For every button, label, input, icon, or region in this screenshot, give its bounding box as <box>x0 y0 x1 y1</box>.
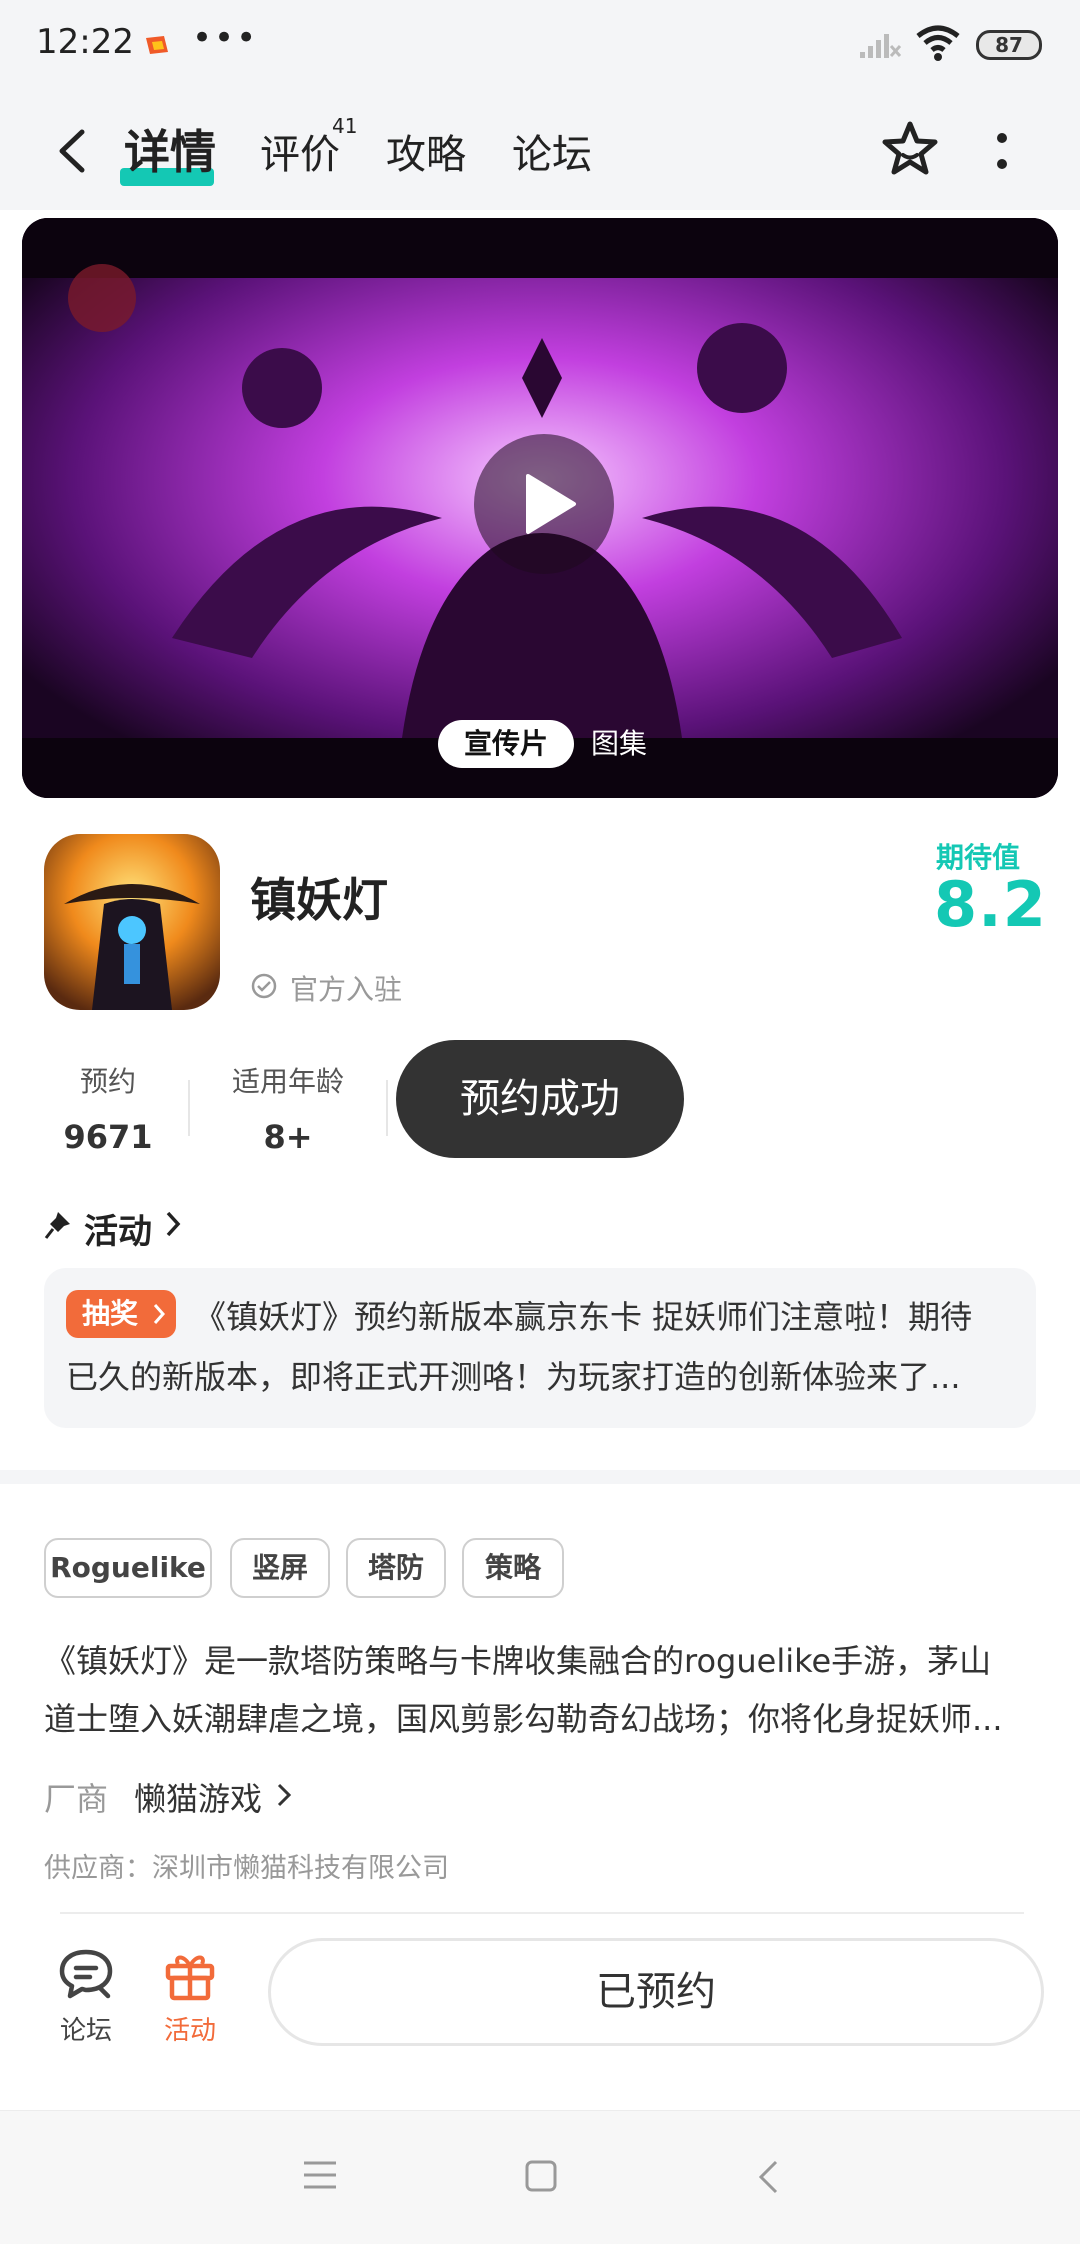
age-rating-value: 8+ <box>263 1118 313 1156</box>
system-navigation-bar <box>0 2110 1080 2244</box>
verified-check-icon <box>251 973 277 999</box>
reserve-count-value: 9671 <box>63 1118 153 1156</box>
wifi-icon <box>916 25 960 61</box>
game-title: 镇妖灯 <box>250 873 388 927</box>
more-options-icon[interactable] <box>990 130 1014 174</box>
tab-reviews[interactable]: 评价 <box>260 122 340 180</box>
divider <box>60 1912 1024 1914</box>
play-button[interactable] <box>474 434 614 574</box>
gift-icon <box>165 1955 215 2001</box>
vendor-label: 厂商 <box>44 1780 109 1818</box>
pin-icon <box>44 1212 70 1239</box>
tab-details[interactable]: 详情 <box>124 116 216 182</box>
tag-strategy[interactable]: 策略 <box>462 1538 564 1598</box>
description-line2[interactable]: 道士堕入妖潮肆虐之境，国风剪影勾勒奇幻战场；你将化身捉妖师... <box>44 1694 1003 1740</box>
stat-divider <box>386 1080 388 1136</box>
description-line1: 《镇妖灯》是一款塔防策略与卡牌收集融合的roguelike手游，茅山 <box>44 1642 992 1680</box>
activity-title: 活动 <box>84 1212 152 1252</box>
lottery-badge-label: 抽奖 <box>82 1297 139 1330</box>
age-rating-label: 适用年龄 <box>231 1065 344 1098</box>
chevron-right-icon <box>166 1211 181 1237</box>
lottery-badge: 抽奖 <box>66 1290 176 1338</box>
status-time: 12:22 <box>36 22 134 62</box>
forum-action-label: 论坛 <box>59 2016 112 2046</box>
tab-guides[interactable]: 攻略 <box>386 122 466 180</box>
media-tab-video[interactable]: 宣传片 <box>438 720 574 768</box>
status-dots: ••• <box>192 18 259 58</box>
chevron-right-icon <box>277 1783 292 1807</box>
reserved-button[interactable]: 已预约 <box>268 1938 1044 2046</box>
home-icon[interactable] <box>524 2159 558 2193</box>
app-icon <box>146 36 168 54</box>
activity-action[interactable]: 活动 <box>150 1946 230 2047</box>
expectation-score: 8.2 <box>934 868 1047 941</box>
reserve-count-stat: 预约 9671 <box>44 1060 172 1156</box>
activity-text-line1: 《镇妖灯》预约新版本赢京东卡 捉妖师们注意啦！期待 <box>194 1298 973 1336</box>
signal-icon <box>860 34 902 58</box>
back-arrow-icon[interactable] <box>52 126 92 176</box>
chevron-right-icon <box>153 1304 166 1324</box>
activity-action-label: 活动 <box>163 2016 216 2046</box>
tab-details-label: 详情 <box>124 125 216 179</box>
reserve-count-label: 预约 <box>79 1065 136 1098</box>
status-bar: 12:22 ••• 87 <box>0 0 1080 90</box>
vendor-name: 懒猫游戏 <box>134 1780 263 1818</box>
forum-chat-icon <box>59 1949 113 1999</box>
age-rating-stat: 适用年龄 8+ <box>218 1060 358 1156</box>
media-tab-gallery[interactable]: 图集 <box>570 720 668 768</box>
battery-icon: 87 <box>976 30 1042 60</box>
activity-text-line2: 已久的新版本，即将正式开测咯！为玩家打造的创新体验来了... <box>66 1358 961 1396</box>
top-nav: 详情 评价 41 攻略 论坛 <box>0 90 1080 210</box>
review-count-badge: 41 <box>332 114 358 138</box>
tag-portrait[interactable]: 竖屏 <box>230 1538 330 1598</box>
stat-divider <box>188 1080 190 1136</box>
promo-video-banner[interactable]: 宣传片 图集 <box>22 218 1058 798</box>
favorite-star-icon[interactable] <box>878 118 942 182</box>
reservation-success-button[interactable]: 预约成功 <box>396 1040 684 1158</box>
game-app-icon <box>44 834 220 1010</box>
forum-action[interactable]: 论坛 <box>46 1946 126 2047</box>
tag-tower-defense[interactable]: 塔防 <box>346 1538 446 1598</box>
back-icon[interactable] <box>756 2159 780 2195</box>
play-icon <box>526 474 576 534</box>
activity-card[interactable]: 抽奖 《镇妖灯》预约新版本赢京东卡 捉妖师们注意啦！期待 已久的新版本，即将正式… <box>44 1268 1036 1428</box>
menu-icon[interactable] <box>302 2159 338 2191</box>
official-badge: 官方入驻 <box>290 973 403 1006</box>
section-divider <box>0 1470 1080 1484</box>
tag-roguelike[interactable]: Roguelike <box>44 1538 212 1598</box>
tab-forum[interactable]: 论坛 <box>512 122 592 180</box>
supplier-info: 供应商：深圳市懒猫科技有限公司 <box>44 1853 449 1884</box>
